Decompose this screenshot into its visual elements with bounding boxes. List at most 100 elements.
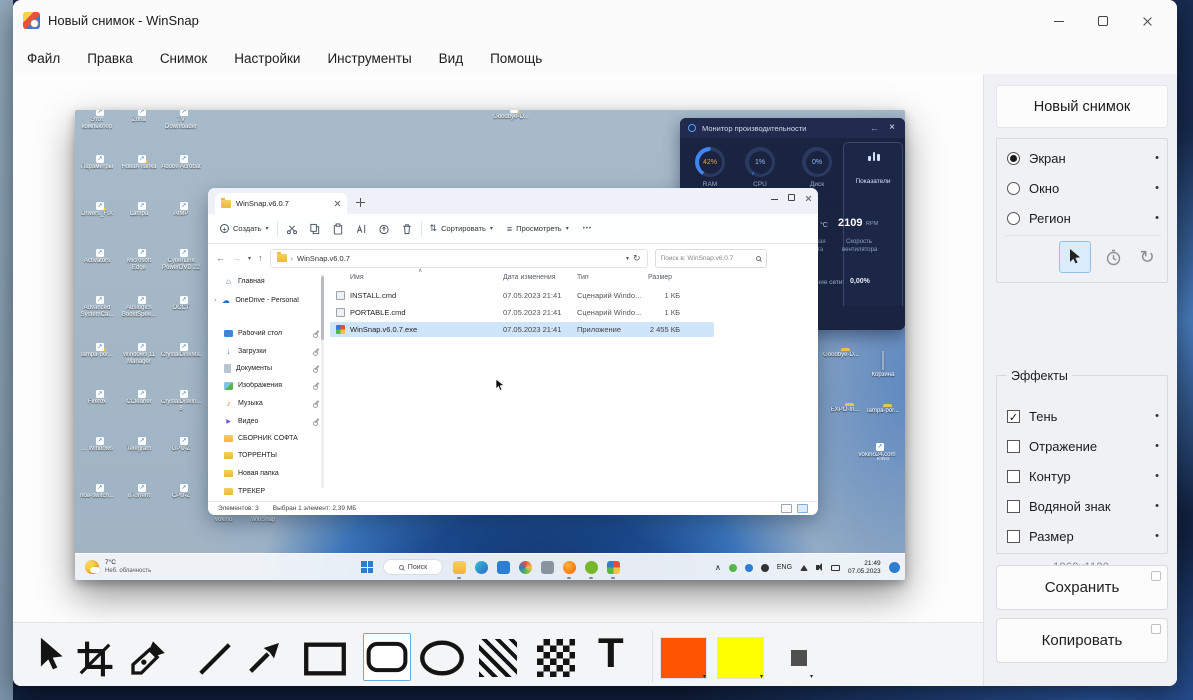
save-button[interactable]: Сохранить [996, 565, 1168, 610]
minimize-button[interactable] [1037, 6, 1081, 36]
mode-options-bullet[interactable]: • [1155, 212, 1159, 224]
crop-icon [77, 641, 113, 677]
new-snapshot-header[interactable]: Новый снимок [996, 85, 1168, 128]
nav-item-folder: СБОРНИК СОФТА [212, 431, 320, 446]
explorer-minimize-icon [771, 199, 778, 200]
mode-screen-row[interactable]: Экран • [1007, 145, 1159, 171]
text-tool-button[interactable]: T [598, 632, 624, 674]
effect-options-bullet[interactable]: • [1155, 440, 1159, 452]
monitor-back-icon: ← [870, 123, 879, 133]
effect-options-bullet[interactable]: • [1155, 410, 1159, 422]
explorer-address-bar: ← → ▾ ↑ › WinSnap.v6.0.7 ▾ ↻ Поиск в: Wi… [208, 244, 818, 272]
app-icon [541, 561, 554, 574]
mode-region-row[interactable]: Регион • [1007, 205, 1159, 231]
menu-item-settings[interactable]: Настройки [234, 51, 300, 66]
timer-capture-button[interactable] [1097, 241, 1129, 273]
close-button[interactable] [1125, 6, 1169, 36]
radio-screen[interactable] [1007, 151, 1020, 165]
chevron-down-icon[interactable]: ▾ [703, 673, 706, 680]
divider [652, 631, 653, 683]
pin-icon [313, 382, 320, 390]
copy-button[interactable]: Копировать [996, 618, 1168, 663]
effect-outline-row[interactable]: Контур • [1007, 463, 1159, 489]
copy-option-checkbox[interactable] [1151, 624, 1161, 634]
desktop-icon: lampa-por... [81, 352, 113, 358]
menu-item-file[interactable]: Файл [27, 51, 60, 66]
file-row: PORTABLE.cmd 07.05.2023 21:41 Сценарий W… [330, 305, 714, 320]
menu-item-tools[interactable]: Инструменты [327, 51, 411, 66]
checkbox-reflection[interactable] [1007, 439, 1020, 453]
checkbox-size[interactable] [1007, 529, 1020, 543]
rectangle-tool-button[interactable] [301, 639, 349, 679]
view-icon: ≡ [506, 223, 513, 234]
line-width-swatch[interactable] [791, 650, 807, 666]
explorer-tab-strip: WinSnap.v6.0.7 [208, 188, 818, 214]
desktop-icon: CyberLink PowerDVD 22 [161, 258, 200, 271]
menu-item-edit[interactable]: Правка [87, 51, 133, 66]
tab-close-icon [334, 200, 341, 207]
radio-window[interactable] [1007, 181, 1020, 195]
cursor-capture-button[interactable] [1059, 241, 1091, 273]
menu-item-view[interactable]: Вид [439, 51, 463, 66]
ellipse-tool-button[interactable] [417, 637, 467, 679]
select-tool-button[interactable] [27, 633, 71, 677]
column-header-name: Имя [350, 274, 364, 281]
back-icon: ← [216, 253, 225, 263]
tab-title: WinSnap.v6.0.7 [236, 199, 289, 208]
chevron-down-icon[interactable]: ▾ [760, 673, 763, 680]
winsnap-app-icon [23, 12, 40, 29]
outline-color-swatch[interactable] [718, 638, 763, 678]
save-option-checkbox[interactable] [1151, 571, 1161, 581]
effect-size-row[interactable]: Размер • [1007, 523, 1159, 549]
pixelate-tool-button[interactable] [537, 639, 575, 677]
fill-color-swatch[interactable] [661, 638, 706, 678]
effect-options-bullet[interactable]: • [1155, 500, 1159, 512]
title-bar[interactable]: Новый снимок - WinSnap [13, 0, 1177, 42]
running-indicator [611, 577, 615, 579]
desktop-icon: Microsoft Edge [126, 258, 152, 271]
line-tool-button[interactable] [193, 637, 237, 681]
pin-icon [313, 330, 320, 338]
repeat-capture-button[interactable]: ↻ [1131, 241, 1163, 273]
effect-options-bullet[interactable]: • [1155, 470, 1159, 482]
chevron-down-icon[interactable]: ▾ [810, 673, 813, 680]
desktop-icon: Activators [83, 258, 111, 264]
checkbox-shadow[interactable]: ✓ [1007, 409, 1020, 424]
explorer-command-bar: + Создать ▾ ⇅ Сортировать ▾ ≡ Просмотрет… [208, 214, 818, 244]
effect-reflection-row[interactable]: Отражение • [1007, 433, 1159, 459]
pen-tool-button[interactable] [125, 635, 171, 681]
maximize-button[interactable] [1081, 6, 1125, 36]
crop-tool-button[interactable] [73, 637, 117, 681]
captured-screenshot[interactable]: Этот компьютер Zona TV Downloader Параме… [75, 110, 905, 580]
desktop-behind-left [0, 0, 13, 700]
effect-shadow-row[interactable]: ✓ Тень • [1007, 403, 1159, 429]
video-icon: ▶ [226, 419, 231, 425]
effect-watermark-row[interactable]: Водяной знак • [1007, 493, 1159, 519]
breadcrumb: › WinSnap.v6.0.7 ▾ ↻ [269, 248, 648, 268]
radio-region[interactable] [1007, 211, 1020, 225]
checkbox-watermark[interactable] [1007, 499, 1020, 513]
rounded-rectangle-tool-button[interactable] [363, 633, 411, 681]
menu-item-help[interactable]: Помощь [490, 51, 542, 66]
volume-icon [816, 563, 823, 571]
checkbox-outline[interactable] [1007, 469, 1020, 483]
hatch-tool-button[interactable] [479, 639, 517, 677]
column-header-date: Дата изменения [503, 274, 556, 281]
mode-options-bullet[interactable]: • [1155, 152, 1159, 164]
search-icon [755, 255, 761, 261]
breadcrumb-chevron: › [290, 253, 294, 263]
select-cursor-icon [40, 637, 63, 670]
mode-window-row[interactable]: Окно • [1007, 175, 1159, 201]
chevron-down-icon: ▾ [565, 226, 569, 232]
desktop-icon: noa-switch... [80, 493, 114, 499]
menu-item-capture[interactable]: Снимок [160, 51, 207, 66]
rename-icon [356, 224, 365, 233]
menu-bar: Файл Правка Снимок Настройки Инструменты… [13, 42, 970, 74]
ellipse-icon [420, 640, 464, 676]
weather-widget: 7°C Неб. облачность [105, 559, 151, 575]
mode-options-bullet[interactable]: • [1155, 182, 1159, 194]
tray-app-icon [744, 563, 753, 572]
desktop-icon: CCleaner [126, 399, 152, 405]
effect-options-bullet[interactable]: • [1155, 530, 1159, 542]
arrow-tool-button[interactable] [241, 635, 287, 681]
